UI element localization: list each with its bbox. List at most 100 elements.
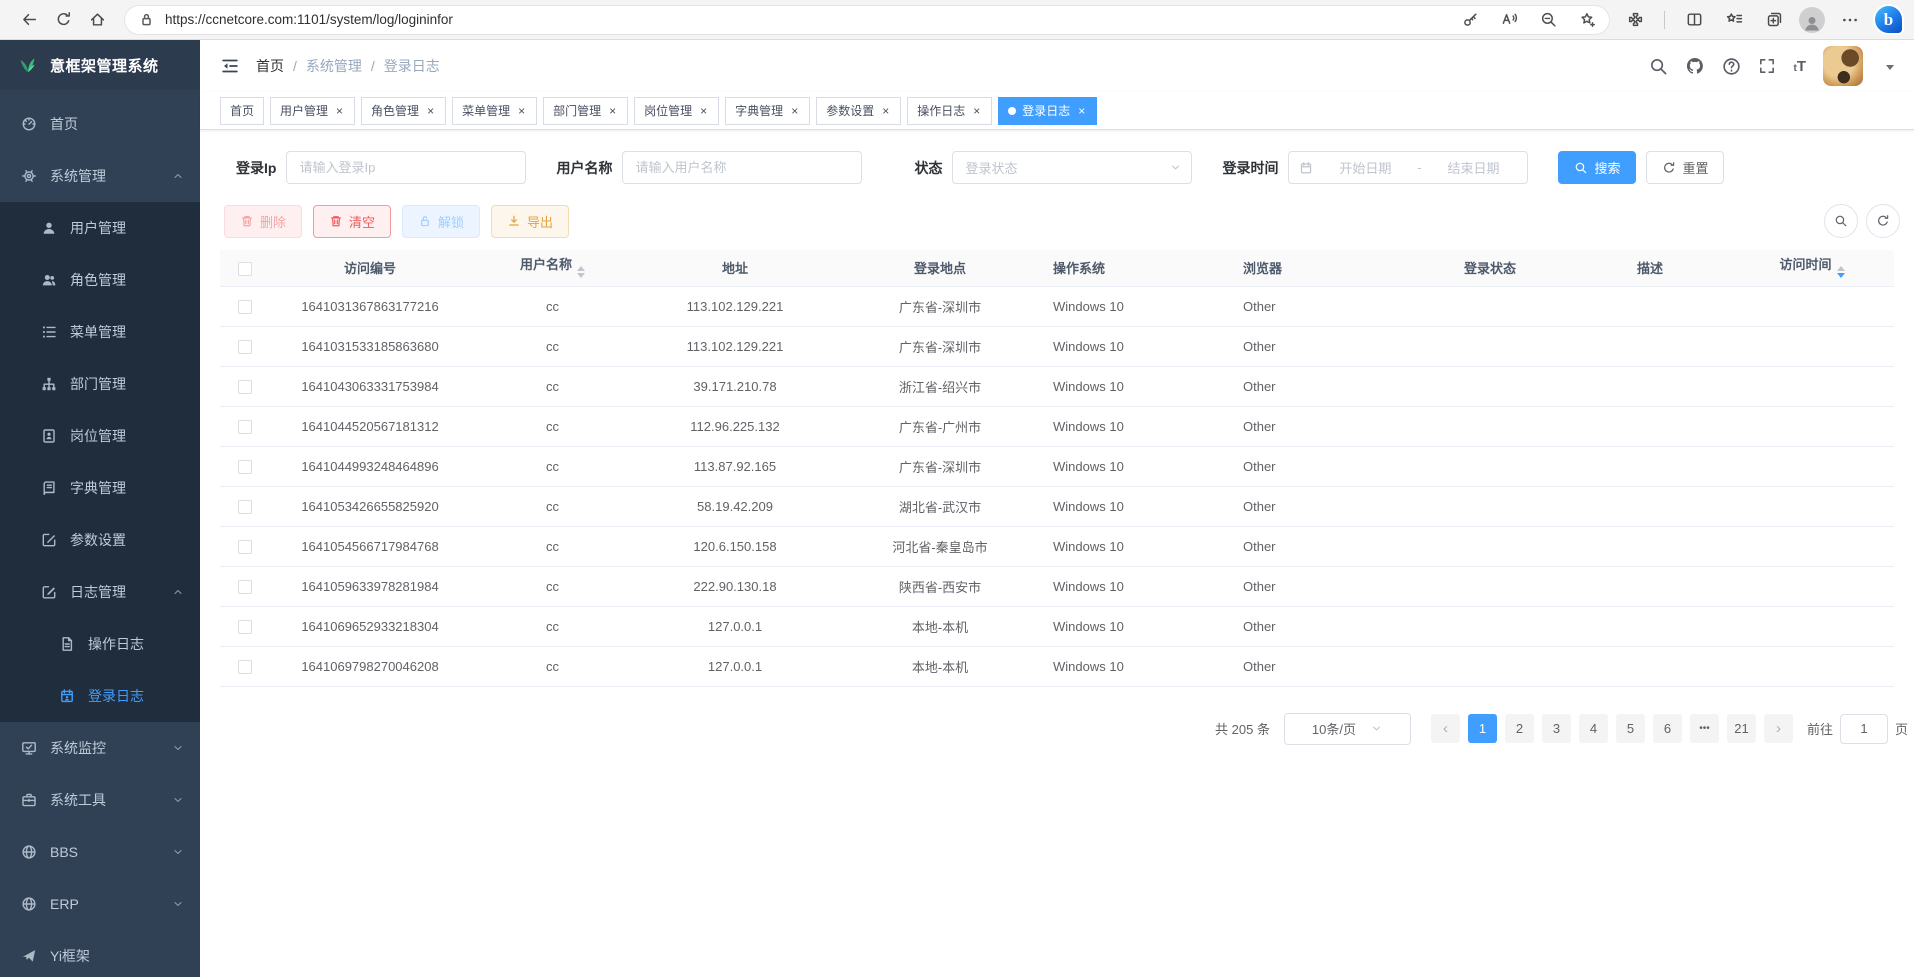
split-screen-icon[interactable] xyxy=(1679,4,1709,36)
row-checkbox[interactable] xyxy=(238,540,252,554)
tab-close-icon[interactable]: × xyxy=(880,104,891,118)
date-range-picker[interactable]: 开始日期 - 结束日期 xyxy=(1288,151,1528,184)
sidebar-item-12[interactable]: 系统监控 xyxy=(0,722,200,774)
page-button-2[interactable]: 2 xyxy=(1505,714,1534,743)
tab-8[interactable]: 操作日志× xyxy=(907,97,992,125)
help-icon[interactable] xyxy=(1722,57,1741,76)
key-icon[interactable] xyxy=(1462,11,1479,28)
sidebar-item-1[interactable]: 系统管理 xyxy=(0,150,200,202)
tab-5[interactable]: 岗位管理× xyxy=(634,97,719,125)
sort-caret-icon[interactable] xyxy=(577,262,585,282)
sidebar-item-11[interactable]: 登录日志 xyxy=(0,670,200,722)
avatar-caret-icon[interactable] xyxy=(1886,65,1894,74)
sidebar-item-15[interactable]: ERP xyxy=(0,878,200,930)
row-checkbox[interactable] xyxy=(238,380,252,394)
tab-close-icon[interactable]: × xyxy=(698,104,709,118)
tab-7[interactable]: 参数设置× xyxy=(816,97,901,125)
prev-page-button[interactable]: ‹ xyxy=(1431,714,1460,743)
zoom-out-icon[interactable] xyxy=(1540,11,1557,28)
sidebar-toggle-icon[interactable] xyxy=(220,56,240,76)
row-checkbox[interactable] xyxy=(238,340,252,354)
tab-actions-icon[interactable] xyxy=(1759,4,1789,36)
sidebar-item-4[interactable]: 菜单管理 xyxy=(0,306,200,358)
sidebar-item-10[interactable]: 操作日志 xyxy=(0,618,200,670)
collections-icon[interactable] xyxy=(1719,4,1749,36)
refresh-icon[interactable] xyxy=(46,4,80,36)
clear-button[interactable]: 清空 xyxy=(313,205,391,238)
breadcrumb-item-system[interactable]: 系统管理 xyxy=(306,56,362,76)
export-button[interactable]: 导出 xyxy=(491,205,569,238)
tab-close-icon[interactable]: × xyxy=(425,104,436,118)
sidebar-item-3[interactable]: 角色管理 xyxy=(0,254,200,306)
page-button-4[interactable]: 4 xyxy=(1579,714,1608,743)
page-button-21[interactable]: 21 xyxy=(1727,714,1756,743)
row-checkbox[interactable] xyxy=(238,300,252,314)
user-avatar[interactable] xyxy=(1823,46,1863,86)
tab-close-icon[interactable]: × xyxy=(334,104,345,118)
sidebar-item-8[interactable]: 参数设置 xyxy=(0,514,200,566)
browser-profile-icon[interactable] xyxy=(1799,7,1825,33)
reset-button[interactable]: 重置 xyxy=(1646,151,1724,184)
tab-close-icon[interactable]: × xyxy=(971,104,982,118)
address-bar[interactable]: https://ccnetcore.com:1101/system/log/lo… xyxy=(124,5,1610,35)
sidebar-item-13[interactable]: 系统工具 xyxy=(0,774,200,826)
page-button-3[interactable]: 3 xyxy=(1542,714,1571,743)
page-button-1[interactable]: 1 xyxy=(1468,714,1497,743)
home-icon[interactable] xyxy=(80,4,114,36)
page-button-6[interactable]: 6 xyxy=(1653,714,1682,743)
extensions-icon[interactable] xyxy=(1620,4,1650,36)
favorite-add-icon[interactable] xyxy=(1579,11,1596,28)
next-page-button[interactable]: › xyxy=(1764,714,1793,743)
row-checkbox[interactable] xyxy=(238,500,252,514)
column-header-1[interactable]: 用户名称 xyxy=(470,250,635,286)
back-icon[interactable] xyxy=(12,4,46,36)
tab-close-icon[interactable]: × xyxy=(607,104,618,118)
user-name-input[interactable] xyxy=(622,151,862,184)
select-all-checkbox[interactable] xyxy=(238,262,252,276)
sidebar-item-0[interactable]: 首页 xyxy=(0,98,200,150)
sidebar-item-2[interactable]: 用户管理 xyxy=(0,202,200,254)
tab-4[interactable]: 部门管理× xyxy=(543,97,628,125)
tab-close-icon[interactable]: × xyxy=(1076,104,1087,118)
sidebar-item-16[interactable]: Yi框架 xyxy=(0,930,200,977)
tab-9[interactable]: 登录日志× xyxy=(998,97,1097,125)
tab-2[interactable]: 角色管理× xyxy=(361,97,446,125)
tab-3[interactable]: 菜单管理× xyxy=(452,97,537,125)
breadcrumb-item-home[interactable]: 首页 xyxy=(256,56,284,76)
sidebar-item-5[interactable]: 部门管理 xyxy=(0,358,200,410)
sidebar-item-6[interactable]: 岗位管理 xyxy=(0,410,200,462)
row-checkbox[interactable] xyxy=(238,660,252,674)
tab-6[interactable]: 字典管理× xyxy=(725,97,810,125)
login-ip-input[interactable] xyxy=(286,151,526,184)
sidebar-item-14[interactable]: BBS xyxy=(0,826,200,878)
font-size-icon[interactable]: tT xyxy=(1793,58,1806,75)
row-checkbox[interactable] xyxy=(238,420,252,434)
table-search-toggle-button[interactable] xyxy=(1824,204,1858,238)
row-checkbox[interactable] xyxy=(238,580,252,594)
search-icon[interactable] xyxy=(1649,57,1668,76)
more-pages-button[interactable]: ••• xyxy=(1690,714,1719,743)
read-aloud-icon[interactable] xyxy=(1501,11,1518,28)
tab-close-icon[interactable]: × xyxy=(516,104,527,118)
status-select[interactable]: 登录状态 xyxy=(952,151,1192,184)
column-header-8[interactable]: 访问时间 xyxy=(1730,250,1894,286)
goto-input[interactable] xyxy=(1840,714,1888,744)
row-checkbox[interactable] xyxy=(238,460,252,474)
search-button[interactable]: 搜索 xyxy=(1558,151,1636,184)
page-button-5[interactable]: 5 xyxy=(1616,714,1645,743)
sidebar-item-9[interactable]: 日志管理 xyxy=(0,566,200,618)
tab-close-icon[interactable]: × xyxy=(789,104,800,118)
unlock-button[interactable]: 解锁 xyxy=(402,205,480,238)
bing-icon[interactable]: b xyxy=(1875,6,1902,33)
sort-caret-icon[interactable] xyxy=(1837,262,1845,282)
sidebar-item-7[interactable]: 字典管理 xyxy=(0,462,200,514)
tab-1[interactable]: 用户管理× xyxy=(270,97,355,125)
browser-more-icon[interactable] xyxy=(1835,4,1865,36)
github-icon[interactable] xyxy=(1685,56,1705,76)
page-size-select[interactable]: 10条/页 xyxy=(1284,713,1411,745)
table-refresh-button[interactable] xyxy=(1866,204,1900,238)
row-checkbox[interactable] xyxy=(238,620,252,634)
fullscreen-icon[interactable] xyxy=(1758,57,1776,75)
delete-button[interactable]: 删除 xyxy=(224,205,302,238)
tab-0[interactable]: 首页 xyxy=(220,97,264,125)
